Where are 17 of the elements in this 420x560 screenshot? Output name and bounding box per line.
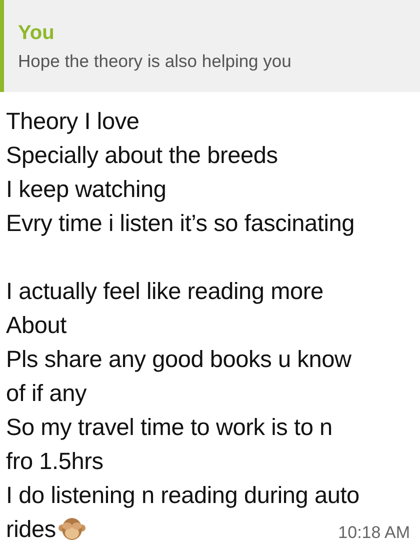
message-line: I actually feel like reading more xyxy=(6,277,324,306)
message-line: Evry time i listen it’s so fascinating xyxy=(6,209,355,238)
quoted-message[interactable]: You Hope the theory is also helping you xyxy=(0,0,420,92)
message-line: fro 1.5hrs xyxy=(6,447,104,476)
message-line: Specially about the breeds xyxy=(6,141,278,170)
quote-text: Hope the theory is also helping you xyxy=(18,51,292,72)
message-line: of if any xyxy=(6,379,86,408)
message-line: I keep watching xyxy=(6,175,166,204)
message-line: I do listening n reading during auto xyxy=(6,481,360,510)
quote-author: You xyxy=(18,22,54,45)
message-line: About xyxy=(6,311,66,340)
monkey-icon xyxy=(58,515,86,543)
message-line: Theory I love xyxy=(6,107,140,136)
message-line: rides xyxy=(6,515,56,544)
message-line: Pls share any good books u know xyxy=(6,345,352,374)
message-line: So my travel time to work is to n xyxy=(6,413,332,442)
message-time: 10:18 AM xyxy=(338,523,410,543)
